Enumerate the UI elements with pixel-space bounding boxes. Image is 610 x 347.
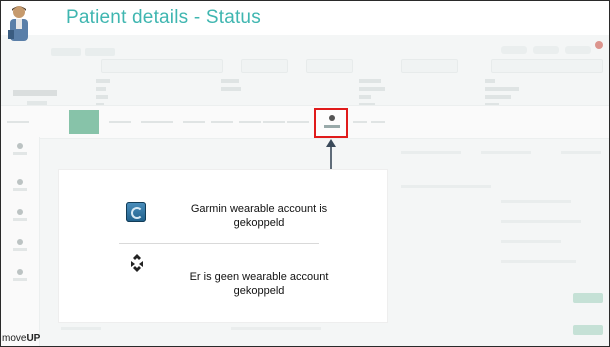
nav-item-2[interactable] <box>9 179 31 191</box>
screenshot-frame: Patient details - Status Garmin wearable… <box>0 0 610 347</box>
toolbar-item-1[interactable] <box>109 112 131 130</box>
toolbar-item-5[interactable] <box>239 112 261 130</box>
header-tool-a[interactable] <box>501 46 527 54</box>
garmin-connect-icon <box>126 202 146 222</box>
moveup-logo: moveUP <box>2 333 40 344</box>
not-connected-text: Er is geen wearable account gekoppeld <box>189 271 329 297</box>
toolbar-item-3[interactable] <box>183 112 205 130</box>
tab-b[interactable] <box>85 48 115 56</box>
header-tool-b[interactable] <box>533 46 559 54</box>
wearable-status-icon <box>329 115 335 121</box>
toolbar-item-9[interactable] <box>371 112 385 130</box>
wearable-status-label <box>324 125 340 128</box>
toolbar-item-back[interactable] <box>7 112 29 130</box>
filter-field-e[interactable] <box>491 59 603 73</box>
link-broken-icon <box>131 254 143 272</box>
background-button-b[interactable] <box>573 325 603 335</box>
wearable-legend-panel: Garmin wearable account is gekoppeld Er … <box>58 169 388 323</box>
filter-field-b[interactable] <box>241 59 288 73</box>
brand-prefix: move <box>2 333 27 344</box>
search-fields <box>91 59 603 73</box>
nav-item-1[interactable] <box>9 143 31 155</box>
toolbar-item-6[interactable] <box>263 112 285 130</box>
filter-field-c[interactable] <box>306 59 353 73</box>
legend-divider <box>119 243 319 244</box>
page-title: Patient details - Status <box>66 7 261 28</box>
legend-connected-row: Garmin wearable account is gekoppeld <box>59 200 387 240</box>
patient-name <box>13 90 57 96</box>
header-tool-c[interactable] <box>565 46 591 54</box>
filter-field-a[interactable] <box>101 59 223 73</box>
wearable-status-button-highlight[interactable] <box>314 108 348 138</box>
nav-item-3[interactable] <box>9 209 31 221</box>
nav-item-4[interactable] <box>9 239 31 251</box>
brand-suffix: UP <box>26 333 41 344</box>
patient-toolbar <box>1 105 609 139</box>
arrow-up-icon <box>326 139 336 171</box>
toolbar-item-7[interactable] <box>287 112 309 130</box>
alert-icon[interactable] <box>595 41 603 49</box>
toolbar-item-active[interactable] <box>69 110 99 134</box>
header-tools <box>495 41 603 59</box>
toolbar-item-8[interactable] <box>353 112 367 130</box>
toolbar-item-2[interactable] <box>141 112 173 130</box>
title-bar: Patient details - Status <box>1 1 609 41</box>
background-button-a[interactable] <box>573 293 603 303</box>
tab-a[interactable] <box>51 48 81 56</box>
info-col-b <box>221 79 241 95</box>
filter-field-d[interactable] <box>401 59 458 73</box>
left-nav <box>1 137 40 346</box>
toolbar-item-4[interactable] <box>211 112 233 130</box>
connected-text: Garmin wearable account is gekoppeld <box>190 203 328 229</box>
nav-item-5[interactable] <box>9 269 31 281</box>
